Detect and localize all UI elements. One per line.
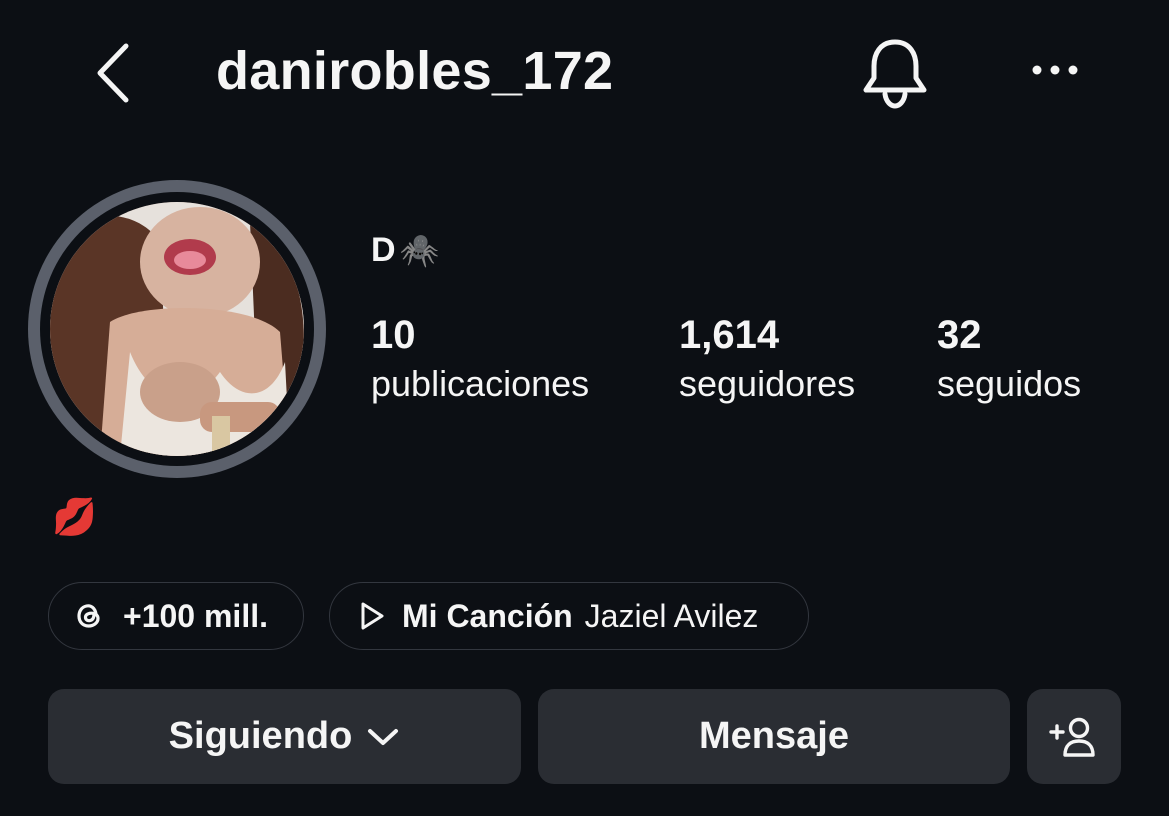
story-ring[interactable] [28, 180, 326, 478]
more-horizontal-icon [1032, 65, 1078, 75]
suggested-users-button[interactable] [1027, 689, 1121, 784]
display-name: D 🕷️ [371, 228, 439, 272]
notifications-button[interactable] [858, 34, 932, 110]
posts-label: publicaciones [371, 363, 590, 404]
posts-count: 10 [371, 313, 416, 357]
profile-music-pill[interactable]: Mi Canción Jaziel Avilez [329, 582, 809, 650]
followers-count: 1,614 [679, 313, 780, 357]
display-name-text: D [371, 231, 396, 269]
threads-icon [77, 604, 100, 628]
following-label: seguidos [937, 363, 1082, 404]
chevron-left-icon [97, 43, 129, 103]
threads-followers-text: +100 mill. [123, 597, 268, 634]
chevron-down-icon [368, 728, 399, 745]
stat-followers[interactable]: 1,614 seguidores [679, 310, 855, 408]
more-options-button[interactable] [1022, 50, 1088, 90]
stat-following[interactable]: 32 seguidos [937, 310, 1081, 408]
song-artist: Jaziel Avilez [584, 597, 759, 634]
spider-emoji: 🕷️ [399, 232, 440, 268]
avatar-photo [50, 202, 304, 456]
profile-page: danirobles_172 D 🕷️ 10 publicaciones 1,6… [0, 0, 1169, 816]
avatar-illustration [50, 202, 304, 456]
threads-link-pill[interactable]: +100 mill. [48, 582, 304, 650]
back-button[interactable] [88, 40, 140, 106]
message-button-label: Mensaje [699, 715, 849, 757]
profile-username: danirobles_172 [216, 41, 614, 101]
song-title: Mi Canción [402, 597, 573, 634]
message-button[interactable]: Mensaje [538, 689, 1010, 784]
following-button[interactable]: Siguiendo [48, 689, 521, 784]
following-button-label: Siguiendo [168, 715, 353, 757]
play-icon [361, 602, 384, 630]
following-count: 32 [937, 313, 982, 357]
bio-kiss-emoji: 💋 [52, 496, 97, 537]
stat-posts[interactable]: 10 publicaciones [371, 310, 589, 408]
avatar[interactable] [40, 192, 314, 466]
add-user-icon [1049, 717, 1095, 757]
followers-label: seguidores [679, 363, 856, 404]
bell-icon [863, 39, 927, 109]
